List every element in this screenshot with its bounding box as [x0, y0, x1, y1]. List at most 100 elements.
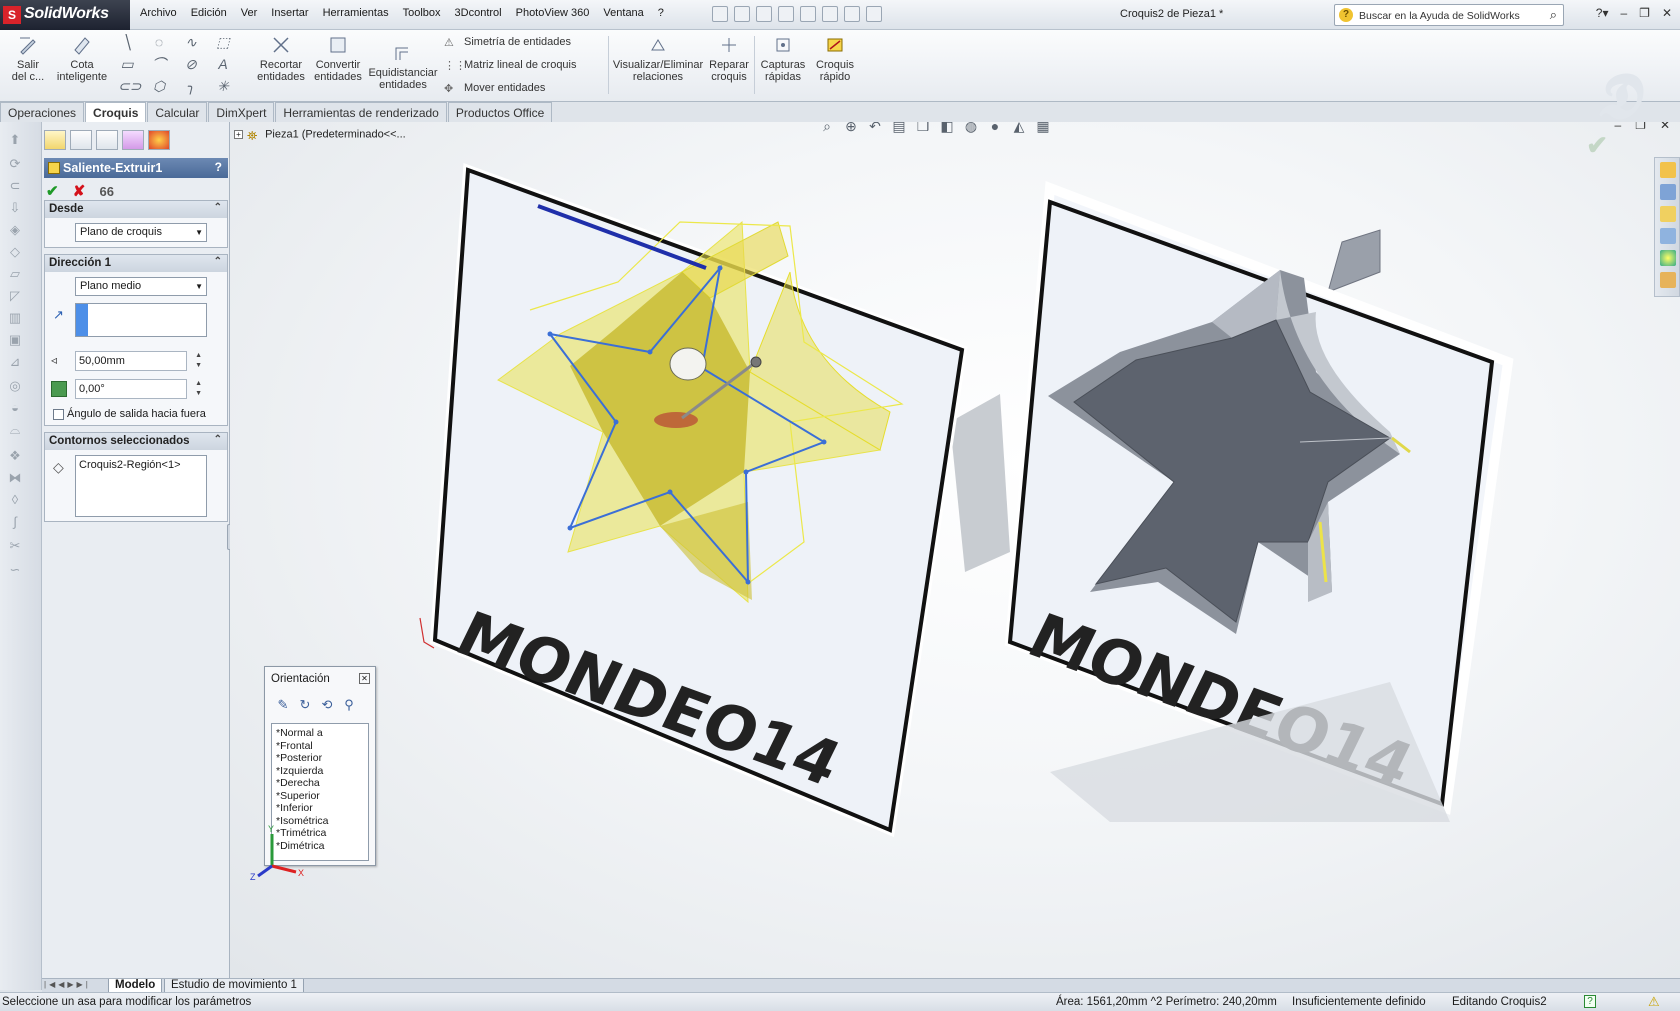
display-relations-button[interactable]: Visualizar/Eliminar relaciones — [612, 34, 704, 83]
zoom-to-fit-icon[interactable]: ⌕ — [818, 122, 836, 134]
convert-entities-button[interactable]: Convertir entidades — [310, 34, 366, 83]
viewport-minimize-icon[interactable]: – — [1614, 122, 1621, 132]
move-entities-button[interactable]: ✥ Mover entidades — [444, 82, 545, 95]
collapse-icon[interactable]: ⌃ — [214, 256, 222, 267]
tab-operaciones[interactable]: Operaciones — [0, 102, 85, 122]
pattern-icon[interactable]: ❖ — [6, 448, 24, 464]
close-icon[interactable]: ✕ — [1662, 6, 1672, 20]
collapse-icon[interactable]: ⌃ — [214, 202, 222, 213]
shell-icon[interactable]: ▣ — [6, 332, 24, 348]
appearances-icon[interactable] — [1660, 250, 1676, 266]
view-orientation-icon[interactable]: ❒ — [914, 122, 932, 134]
appearance-icon[interactable]: ● — [986, 122, 1004, 134]
view-palette-icon[interactable] — [1660, 228, 1676, 244]
polygon-icon[interactable]: ⬡ — [150, 78, 168, 94]
tab-modelo[interactable]: Modelo — [108, 979, 163, 993]
ok-button[interactable]: ✔ — [46, 183, 59, 200]
line-icon[interactable]: ╲ — [118, 34, 136, 50]
pin-icon[interactable]: ⚲ — [341, 697, 357, 713]
previous-view-icon[interactable]: ↶ — [866, 122, 884, 134]
arc-icon[interactable]: ⌒ — [150, 56, 168, 72]
menu-archivo[interactable]: Archivo — [140, 7, 177, 19]
mirror-entities-button[interactable]: ⚠ Simetría de entidades — [444, 36, 571, 49]
hide-show-icon[interactable]: ◍ — [962, 122, 980, 134]
view-settings-icon[interactable]: ▦ — [1034, 122, 1052, 134]
search-icon[interactable]: ⌕ — [1550, 7, 1557, 23]
quick-snaps-button[interactable]: Capturas rápidas — [758, 34, 808, 83]
start-condition-select[interactable]: Plano de croquis ▼ — [75, 223, 207, 242]
instant3d-icon[interactable]: ✂ — [6, 538, 24, 554]
linear-pattern-button[interactable]: ⋮⋮Matriz lineal de croquis — [444, 59, 577, 72]
draft-angle-input[interactable]: 0,00° ▲ ▼ — [75, 379, 202, 399]
list-item[interactable]: Croquis2-Región<1> — [79, 459, 203, 471]
cut-revolve-icon[interactable]: ◇ — [6, 244, 24, 260]
rectangle-icon[interactable]: ▭ — [118, 56, 136, 72]
draft-icon[interactable]: ⊿ — [6, 354, 24, 370]
end-condition-select[interactable]: Plano medio ▼ — [75, 277, 207, 296]
expand-icon[interactable]: + — [234, 130, 243, 139]
menu-photoview[interactable]: PhotoView 360 — [516, 7, 590, 19]
circle-icon[interactable]: ◌ — [150, 34, 168, 50]
zoom-area-icon[interactable]: ⊕ — [842, 122, 860, 134]
custom-properties-icon[interactable] — [1660, 272, 1676, 288]
file-explorer-icon[interactable] — [1660, 206, 1676, 222]
sweep-icon[interactable]: ⊂ — [6, 178, 24, 194]
repair-sketch-button[interactable]: Reparar croquis — [706, 34, 752, 83]
menu-edicion[interactable]: Edición — [191, 7, 227, 19]
list-item[interactable]: *Derecha — [276, 777, 368, 790]
point-icon[interactable]: ✳ — [214, 78, 232, 94]
orientation-close-icon[interactable]: ✕ — [359, 673, 370, 684]
menu-insertar[interactable]: Insertar — [271, 7, 308, 19]
restore-icon[interactable]: ❐ — [1639, 6, 1650, 20]
wrap-icon[interactable]: ◒ — [6, 400, 24, 416]
section-view-icon[interactable]: ▤ — [890, 122, 908, 134]
design-library-icon[interactable] — [1660, 184, 1676, 200]
home-icon[interactable] — [1660, 162, 1676, 178]
solidworks-logo[interactable]: S SolidWorks — [0, 0, 130, 30]
cancel-button[interactable]: ✘ — [73, 183, 86, 200]
help-menu-icon[interactable]: ?▾ — [1596, 6, 1609, 20]
list-item[interactable]: *Posterior — [276, 752, 368, 765]
configuration-manager-tab-icon[interactable] — [96, 130, 118, 150]
graphics-area[interactable]: MONDEO14 MONDEO14 + ⛯ Pieza1 (Predetermin… — [230, 122, 1680, 978]
undo-icon[interactable] — [800, 6, 816, 22]
open-icon[interactable] — [734, 6, 750, 22]
menu-toolbox[interactable]: Toolbox — [403, 7, 441, 19]
save-icon[interactable] — [756, 6, 772, 22]
new-document-icon[interactable] — [712, 6, 728, 22]
help-button[interactable]: ? — [215, 160, 222, 174]
list-item[interactable]: *Frontal — [276, 740, 368, 753]
menu-3dcontrol[interactable]: 3Dcontrol — [455, 7, 502, 19]
fillet-feature-icon[interactable]: ▱ — [6, 266, 24, 282]
feature-manager-tab-icon[interactable] — [44, 130, 66, 150]
model-viewport[interactable]: MONDEO14 MONDEO14 — [230, 122, 1680, 978]
mirror-feature-icon[interactable]: ⧓ — [6, 470, 24, 486]
confirmation-corner-icon[interactable]: ✔ — [1586, 130, 1608, 161]
slot-icon[interactable]: ⊂⊃ — [118, 78, 141, 94]
fillet-icon[interactable]: ╮ — [182, 78, 200, 94]
list-item[interactable]: *Superior — [276, 790, 368, 803]
property-manager-tab-icon[interactable] — [70, 130, 92, 150]
curves-menu-icon[interactable]: ∽ — [6, 562, 24, 578]
spline-icon[interactable]: ∿ — [182, 34, 200, 50]
plane-icon[interactable]: ⬚ — [214, 34, 232, 50]
desde-header[interactable]: Desde ⌃ — [45, 201, 227, 218]
display-manager-tab-icon[interactable] — [148, 130, 170, 150]
menu-ver[interactable]: Ver — [241, 7, 258, 19]
loft-icon[interactable]: ⇩ — [6, 200, 24, 216]
scene-icon[interactable]: ◭ — [1010, 122, 1028, 134]
rebuild-status-icon[interactable]: ⚠ — [1648, 994, 1660, 1010]
viewport-close-icon[interactable]: ✕ — [1660, 122, 1670, 132]
extrude-icon[interactable]: ⬆ — [6, 132, 24, 148]
rib-icon[interactable]: ▥ — [6, 310, 24, 326]
update-view-icon[interactable]: ↻ — [297, 697, 313, 713]
viewport-restore-icon[interactable]: ❐ — [1635, 122, 1646, 132]
menu-help[interactable]: ? — [658, 7, 664, 19]
list-item[interactable]: *Izquierda — [276, 765, 368, 778]
rapid-sketch-button[interactable]: Croquis rápido — [812, 34, 858, 83]
selected-contours-list[interactable]: Croquis2-Región<1> — [75, 455, 207, 517]
direccion1-header[interactable]: Dirección 1 ⌃ — [45, 255, 227, 272]
draft-outward-checkbox[interactable] — [53, 409, 64, 420]
tab-calcular[interactable]: Calcular — [147, 102, 208, 122]
dimxpert-manager-tab-icon[interactable] — [122, 130, 144, 150]
